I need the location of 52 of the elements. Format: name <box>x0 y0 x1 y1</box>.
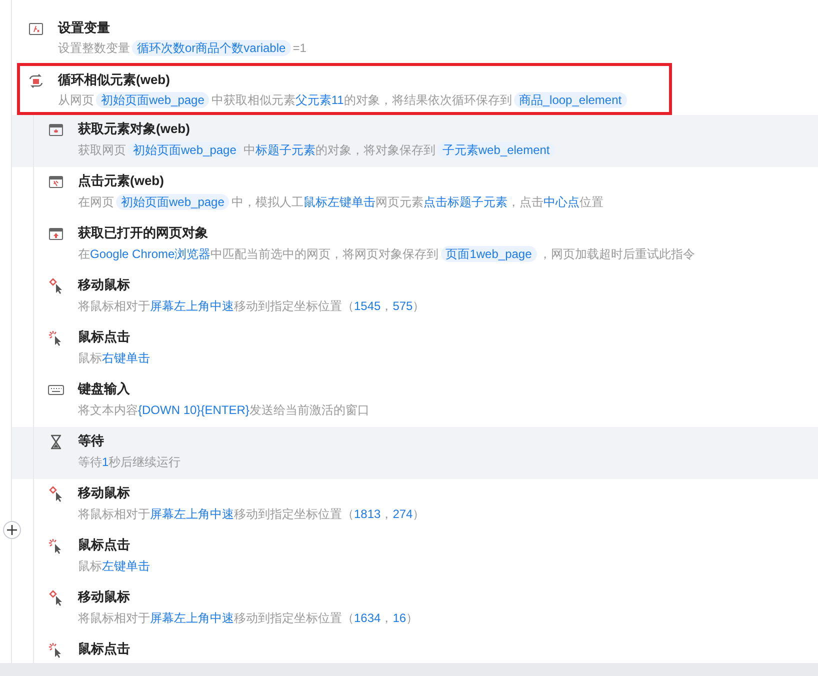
step-title: 鼠标点击 <box>78 640 131 658</box>
step-description: 等待1秒后继续运行 <box>78 454 182 471</box>
cursor-move-icon <box>48 590 64 606</box>
step-row[interactable]: 设置变量 设置整数变量 循环次数or商品个数variable =1 <box>17 11 672 63</box>
step-row[interactable]: 点击元素(web) 在网页 初始页面web_page 中，模拟人工鼠标左键单击网页元素点击标题子元素，点击中心点位置 <box>12 167 818 219</box>
step-title: 鼠标点击 <box>78 536 131 554</box>
step-description: 在网页 初始页面web_page 中，模拟人工鼠标左键单击网页元素点击标题子元素，点击中心点位置 <box>78 193 604 212</box>
step-title: 设置变量 <box>58 19 111 37</box>
step-description: 将鼠标相对于屏幕左上角 中速移动到指定坐标位置（1634，16） <box>78 610 420 627</box>
step-description: 鼠标右键单击 <box>78 350 151 367</box>
step-title: 循环相似元素(web) <box>58 71 171 89</box>
step-description: 从网页 初始页面web_page 中获取相似元素父元素11的对象，将结果依次循环保存到 商品_loop_element <box>58 90 659 110</box>
cursor-move-icon <box>48 278 64 294</box>
loop-icon <box>28 73 44 89</box>
browser-upload-icon <box>48 226 64 242</box>
step-title: 移动鼠标 <box>78 276 131 294</box>
step-row[interactable]: 移动鼠标 将鼠标相对于屏幕左上角 中速移动到指定坐标位置（1813，274） <box>12 479 818 531</box>
step-description: 设置整数变量 循环次数or商品个数variable =1 <box>58 39 308 58</box>
step-row[interactable]: 鼠标点击 <box>12 635 818 663</box>
step-description: 将鼠标相对于屏幕左上角 中速移动到指定坐标位置（1545，575） <box>78 298 426 315</box>
step-description: 将鼠标相对于屏幕左上角 中速移动到指定坐标位置（1813，274） <box>78 506 426 523</box>
cursor-move-icon <box>48 486 64 502</box>
cursor-click-icon <box>48 330 64 346</box>
step-row[interactable]: 获取已打开的网页对象 在Google Chrome浏览器中匹配当前选中的网页，将网页对象保存到 页面1web_page ，网页加载超时后重试此指令 <box>12 219 818 271</box>
step-title: 键盘输入 <box>78 380 131 398</box>
step-row[interactable]: 鼠标点击 鼠标左键单击 <box>12 531 818 583</box>
step-description: 获取网页 初始页面web_page 中标题子元素的对象，将对象保存到 子元素web_element <box>78 140 808 161</box>
cursor-click-icon <box>48 538 64 554</box>
step-row[interactable]: 鼠标点击 鼠标右键单击 <box>12 323 818 375</box>
step-row[interactable]: 获取元素对象(web) 获取网页 初始页面web_page 中标题子元素的对象，将对象保存到 子元素web_element <box>12 115 818 167</box>
step-title: 等待 <box>78 432 105 450</box>
hourglass-icon <box>48 434 64 450</box>
browser-icon <box>48 122 64 138</box>
keyboard-icon <box>48 382 64 398</box>
step-row[interactable]: 移动鼠标 将鼠标相对于屏幕左上角 中速移动到指定坐标位置（1634，16） <box>12 583 818 635</box>
step-row[interactable]: 移动鼠标 将鼠标相对于屏幕左上角 中速移动到指定坐标位置（1545，575） <box>12 271 818 323</box>
step-row[interactable]: 等待 等待1秒后继续运行 <box>12 427 818 479</box>
step-title: 鼠标点击 <box>78 328 131 346</box>
variable-icon <box>28 21 44 37</box>
add-step-button[interactable] <box>3 521 21 539</box>
step-title: 点击元素(web) <box>78 172 165 190</box>
step-description: 将文本内容{DOWN 10}{ENTER}发送给当前激活的窗口 <box>78 402 370 419</box>
step-title: 获取元素对象(web) <box>78 120 191 138</box>
step-title: 移动鼠标 <box>78 588 131 606</box>
step-title: 获取已打开的网页对象 <box>78 224 209 242</box>
step-description: 鼠标左键单击 <box>78 558 151 575</box>
step-description: 在Google Chrome浏览器中匹配当前选中的网页，将网页对象保存到 页面1web_page ，网页加载超时后重试此指令 <box>78 245 696 264</box>
browser-click-icon <box>48 174 64 190</box>
plus-icon <box>7 525 17 535</box>
step-title: 移动鼠标 <box>78 484 131 502</box>
cursor-click-icon <box>48 642 64 658</box>
step-row[interactable]: 键盘输入 将文本内容{DOWN 10}{ENTER}发送给当前激活的窗口 <box>12 375 818 427</box>
